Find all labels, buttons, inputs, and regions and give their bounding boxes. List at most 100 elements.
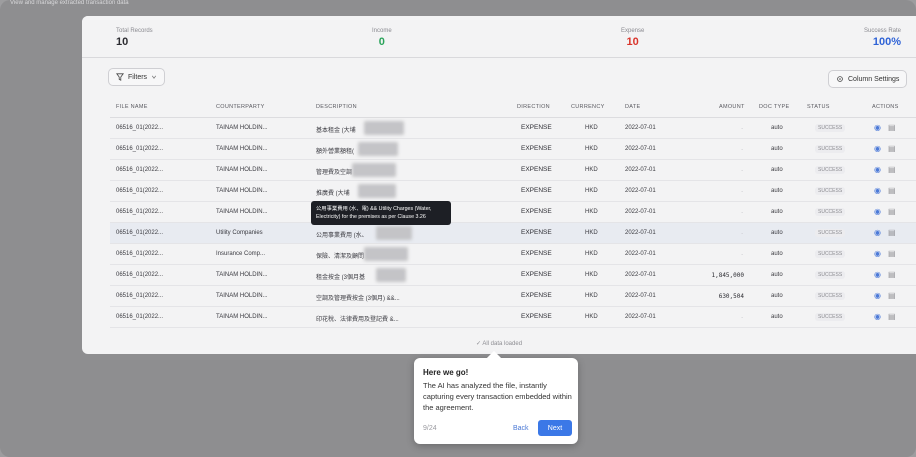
stat-success-rate: Success Rate 100% <box>864 28 901 48</box>
document-icon[interactable]: ▤ <box>888 165 896 174</box>
stat-label: Expense <box>621 28 645 34</box>
description-tooltip: 公用事業費用 (水、電) && Utility Charges (Water, … <box>311 201 451 225</box>
document-icon[interactable]: ▤ <box>888 186 896 195</box>
page-subtitle: View and manage extracted transaction da… <box>10 0 129 6</box>
cell-currency: HKD <box>585 125 598 131</box>
cell-currency: HKD <box>585 209 598 215</box>
cell-direction: EXPENSE <box>521 166 552 173</box>
status-badge: SUCCESS <box>815 313 846 321</box>
cell-direction: EXPENSE <box>521 250 552 257</box>
eye-icon[interactable]: ◉ <box>874 165 881 174</box>
cell-counterparty: TAINAM HOLDIN... <box>216 146 268 152</box>
cell-description: 管理費及空調 <box>316 170 353 176</box>
eye-icon[interactable]: ◉ <box>874 186 881 195</box>
cell-doc-type: auto <box>771 125 783 131</box>
status-badge: SUCCESS <box>815 187 846 195</box>
status-badge: SUCCESS <box>815 250 846 258</box>
table-row[interactable]: 06516_01(2022... TAINAM HOLDIN... 管理費及空調 HK… <box>110 160 916 181</box>
header-description[interactable]: DESCRIPTION <box>316 104 357 110</box>
cell-file-name: 06516_01(2022... <box>116 251 164 257</box>
filters-label: Filters <box>128 73 148 81</box>
document-icon[interactable]: ▤ <box>888 270 896 279</box>
document-icon[interactable]: ▤ <box>888 312 896 321</box>
gear-icon <box>837 76 843 82</box>
tour-title: Here we go! <box>423 368 469 377</box>
tour-next-button[interactable]: Next <box>538 420 572 436</box>
eye-icon[interactable]: ◉ <box>874 207 881 216</box>
cell-file-name: 06516_01(2022... <box>116 146 164 152</box>
header-counterparty[interactable]: COUNTERPARTY <box>216 104 265 110</box>
cell-amount: - <box>740 251 744 258</box>
cell-file-name: 06516_01(2022... <box>116 125 164 131</box>
table-row[interactable]: 06516_01(2022... TAINAM HOLDIN... 額外營業額租(H… <box>110 139 916 160</box>
header-doc-type[interactable]: DOC TYPE <box>759 104 789 110</box>
cell-date: 2022-07-01 <box>625 167 656 173</box>
cell-doc-type: auto <box>771 167 783 173</box>
table-row[interactable]: 06516_01(2022... TAINAM HOLDIN... 印花稅、法律費用… <box>110 307 916 328</box>
header-date[interactable]: DATE <box>625 104 640 110</box>
header-status[interactable]: STATUS <box>807 104 830 110</box>
cell-description: 推廣費 (大埔 <box>316 191 350 197</box>
cell-amount: - <box>740 125 744 132</box>
cell-currency: HKD <box>585 293 598 299</box>
cell-direction: EXPENSE <box>521 271 552 278</box>
table-row[interactable]: 06516_01(2022... TAINAM HOLDIN... 推廣費 (大埔 H… <box>110 181 916 202</box>
document-icon[interactable]: ▤ <box>888 144 896 153</box>
filter-icon <box>116 73 124 81</box>
cell-currency: HKD <box>585 146 598 152</box>
column-settings-button[interactable]: Column Settings <box>828 70 908 88</box>
stat-label: Total Records <box>116 28 153 34</box>
cell-doc-type: auto <box>771 146 783 152</box>
eye-icon[interactable]: ◉ <box>874 144 881 153</box>
eye-icon[interactable]: ◉ <box>874 249 881 258</box>
cell-counterparty: TAINAM HOLDIN... <box>216 167 268 173</box>
cell-direction: EXPENSE <box>521 229 552 236</box>
transactions-panel: Total Records 10 Income 0 Expense 10 Suc… <box>82 16 916 354</box>
cell-counterparty: Insurance Comp... <box>216 251 266 257</box>
cell-direction: EXPENSE <box>521 187 552 194</box>
cell-description: 租金按金 (3個月基 <box>316 275 366 281</box>
document-icon[interactable]: ▤ <box>888 228 896 237</box>
document-icon[interactable]: ▤ <box>888 249 896 258</box>
filters-button[interactable]: Filters <box>108 68 166 86</box>
stat-value: 100% <box>872 36 902 48</box>
table-row[interactable]: 06516_01(2022... TAINAM HOLDIN... 基本租金 (大埔… <box>110 118 916 139</box>
header-currency[interactable]: CURRENCY <box>571 104 605 110</box>
stat-expense: Expense 10 <box>621 28 644 48</box>
cell-description: 空調及管理費按金 (3個月) &&... <box>316 296 400 302</box>
cell-amount: - <box>740 146 744 153</box>
cell-amount: 1,845,000 <box>711 272 744 279</box>
cell-date: 2022-07-01 <box>625 209 656 215</box>
table-row[interactable]: 06516_01(2022... Utility Companies 公用事業費用 … <box>110 223 916 244</box>
cell-currency: HKD <box>585 188 598 194</box>
chevron-down-icon <box>151 75 157 79</box>
header-file-name[interactable]: FILE NAME <box>116 104 148 110</box>
table-row[interactable]: 06516_01(2022... TAINAM HOLDIN... HKD 2022-… <box>110 202 916 223</box>
document-icon[interactable]: ▤ <box>888 123 896 132</box>
table-row[interactable]: 06516_01(2022... Insurance Comp... 保險、清潔及顧… <box>110 244 916 265</box>
document-icon[interactable]: ▤ <box>888 291 896 300</box>
table-row[interactable]: 06516_01(2022... TAINAM HOLDIN... 租金按金 (3個… <box>110 265 916 286</box>
eye-icon[interactable]: ◉ <box>874 312 881 321</box>
cell-currency: HKD <box>585 251 598 257</box>
cell-doc-type: auto <box>771 272 783 278</box>
table-row[interactable]: 06516_01(2022... TAINAM HOLDIN... 空調及管理費按金… <box>110 286 916 307</box>
header-amount[interactable]: AMOUNT <box>719 104 745 110</box>
table-body: 06516_01(2022... TAINAM HOLDIN... 基本租金 (大埔… <box>110 118 916 328</box>
eye-icon[interactable]: ◉ <box>874 228 881 237</box>
eye-icon[interactable]: ◉ <box>874 123 881 132</box>
eye-icon[interactable]: ◉ <box>874 291 881 300</box>
tour-back-button[interactable]: Back <box>513 425 529 432</box>
header-direction[interactable]: DIRECTION <box>517 104 550 110</box>
status-badge: SUCCESS <box>815 229 846 237</box>
cell-doc-type: auto <box>771 293 783 299</box>
cell-direction: EXPENSE <box>521 208 552 215</box>
cell-currency: HKD <box>585 167 598 173</box>
status-badge: SUCCESS <box>815 208 846 216</box>
cell-description: 公用事業費用 (水、 <box>316 233 368 239</box>
document-icon[interactable]: ▤ <box>888 207 896 216</box>
status-badge: SUCCESS <box>815 271 846 279</box>
cell-date: 2022-07-01 <box>625 272 656 278</box>
header-actions: ACTIONS <box>872 104 899 110</box>
eye-icon[interactable]: ◉ <box>874 270 881 279</box>
